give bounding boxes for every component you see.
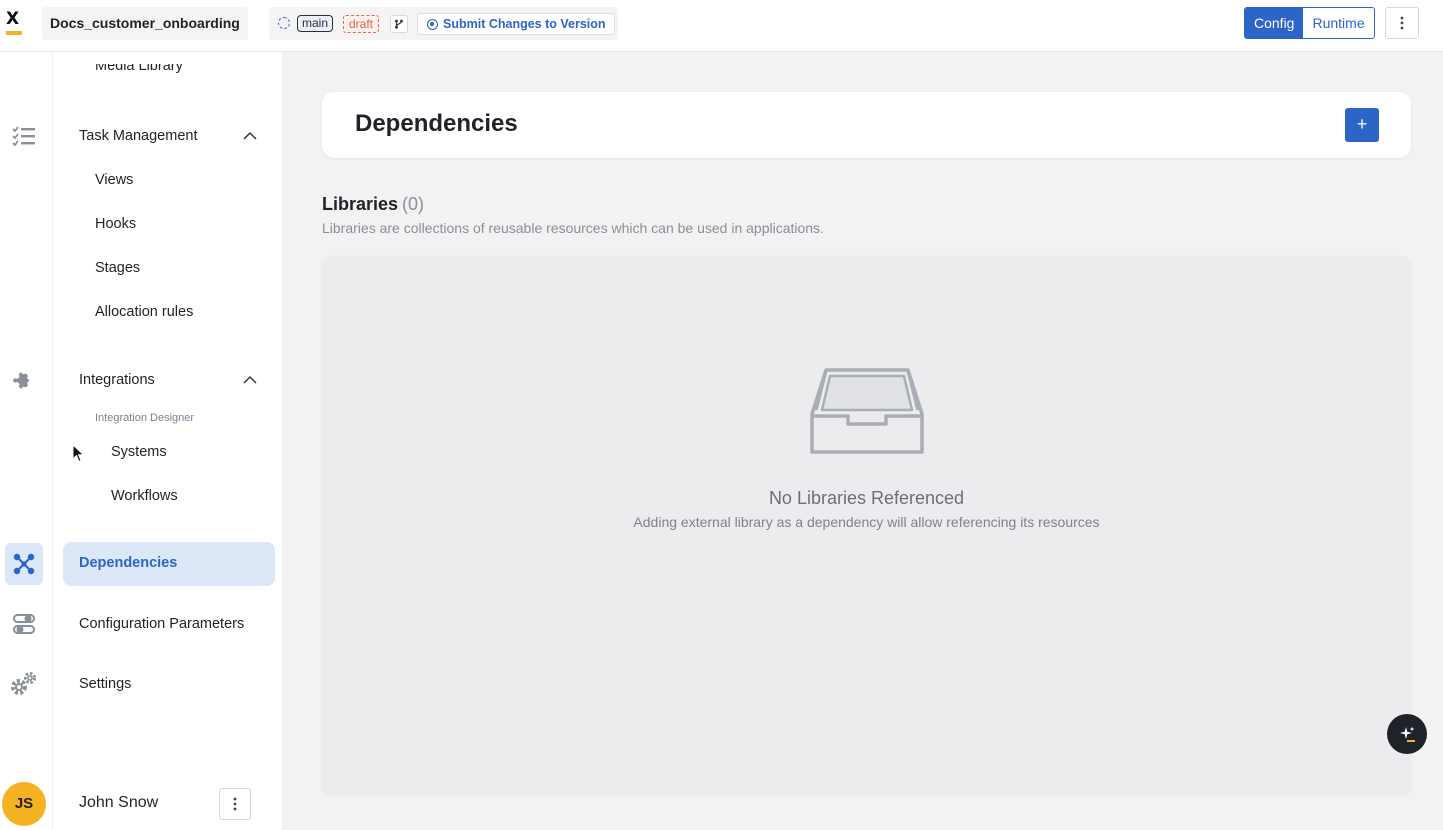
rail-integrations[interactable] [8, 364, 40, 396]
libraries-heading: Libraries (0) [322, 194, 424, 215]
nav-item-views[interactable]: Views [95, 172, 133, 188]
nav-item-settings[interactable]: Settings [79, 676, 131, 692]
project-name[interactable]: Docs_customer_onboarding [42, 7, 248, 40]
top-bar: X Docs_customer_onboarding main draft Su… [0, 0, 1443, 52]
nav-item-workflows[interactable]: Workflows [111, 488, 178, 504]
config-mode-button[interactable]: Config [1245, 8, 1304, 38]
user-avatar[interactable]: JS [2, 782, 46, 826]
add-dependency-button[interactable]: + [1345, 108, 1379, 142]
sparkle-icon [1400, 726, 1415, 742]
branch-icon-button[interactable] [390, 15, 408, 33]
draft-status-badge: draft [343, 15, 380, 33]
page-title: Dependencies [355, 110, 518, 137]
main-content: Dependencies + Libraries (0) Libraries ar… [282, 52, 1443, 830]
nav-item-allocation-rules[interactable]: Allocation rules [95, 304, 193, 320]
mouse-cursor-icon [72, 444, 85, 463]
mode-toggle: Config Runtime [1244, 7, 1375, 39]
nav-panel: Media Library Task Management Views Hook… [52, 52, 282, 830]
submit-changes-label: Submit Changes to Version [443, 17, 606, 31]
nav-item-systems[interactable]: Systems [111, 444, 167, 460]
toggles-icon [13, 614, 35, 634]
gears-icon [11, 672, 36, 695]
submit-changes-button[interactable]: Submit Changes to Version [417, 13, 615, 35]
nav-item-media-library[interactable]: Media Library [95, 64, 183, 74]
rail-dependencies[interactable] [5, 543, 43, 585]
branch-badge[interactable]: main [297, 15, 334, 32]
rail-configuration-parameters[interactable] [8, 608, 40, 640]
page-header: Dependencies + [322, 92, 1411, 158]
chevron-up-icon[interactable] [243, 373, 257, 387]
user-menu-button[interactable] [219, 788, 251, 820]
runtime-mode-button[interactable]: Runtime [1303, 8, 1374, 38]
logo-letter: X [6, 9, 20, 29]
empty-inbox-icon [810, 368, 924, 454]
more-vertical-icon [1400, 16, 1404, 30]
git-branch-icon [395, 19, 403, 29]
task-list-icon [12, 126, 35, 147]
network-icon [13, 553, 35, 575]
libraries-count: (0) [402, 194, 425, 214]
nav-item-dependencies-label: Dependencies [79, 555, 178, 571]
icon-rail: JS [0, 52, 52, 830]
nav-item-stages[interactable]: Stages [95, 260, 140, 276]
nav-item-hooks[interactable]: Hooks [95, 216, 136, 232]
rail-task-management[interactable] [8, 120, 40, 152]
rail-settings[interactable] [8, 668, 40, 700]
user-name: John Snow [79, 794, 159, 811]
chevron-up-icon[interactable] [243, 129, 257, 143]
sync-status-icon [278, 17, 290, 29]
ai-assistant-button[interactable] [1387, 714, 1427, 754]
empty-state-subtitle: Adding external library as a dependency … [633, 514, 1100, 530]
libraries-label: Libraries [322, 194, 399, 214]
puzzle-icon [12, 372, 30, 389]
version-bar: main draft Submit Changes to Version [269, 7, 618, 40]
libraries-description: Libraries are collections of reusable re… [322, 220, 824, 236]
nav-item-configuration-parameters[interactable]: Configuration Parameters [79, 616, 244, 632]
nav-section-task-management[interactable]: Task Management [79, 128, 197, 144]
empty-state-title: No Libraries Referenced [768, 488, 965, 508]
more-options-button[interactable] [1385, 7, 1419, 39]
more-vertical-icon [233, 797, 237, 811]
logo-underline [6, 31, 22, 35]
nav-item-dependencies[interactable]: Dependencies [63, 542, 275, 586]
app-logo[interactable]: X [4, 8, 26, 36]
nav-group-integration-designer: Integration Designer [95, 412, 195, 424]
nav-section-integrations[interactable]: Integrations [79, 372, 155, 388]
libraries-empty-state: No Libraries Referenced Adding external … [322, 256, 1411, 794]
target-icon [427, 19, 438, 30]
